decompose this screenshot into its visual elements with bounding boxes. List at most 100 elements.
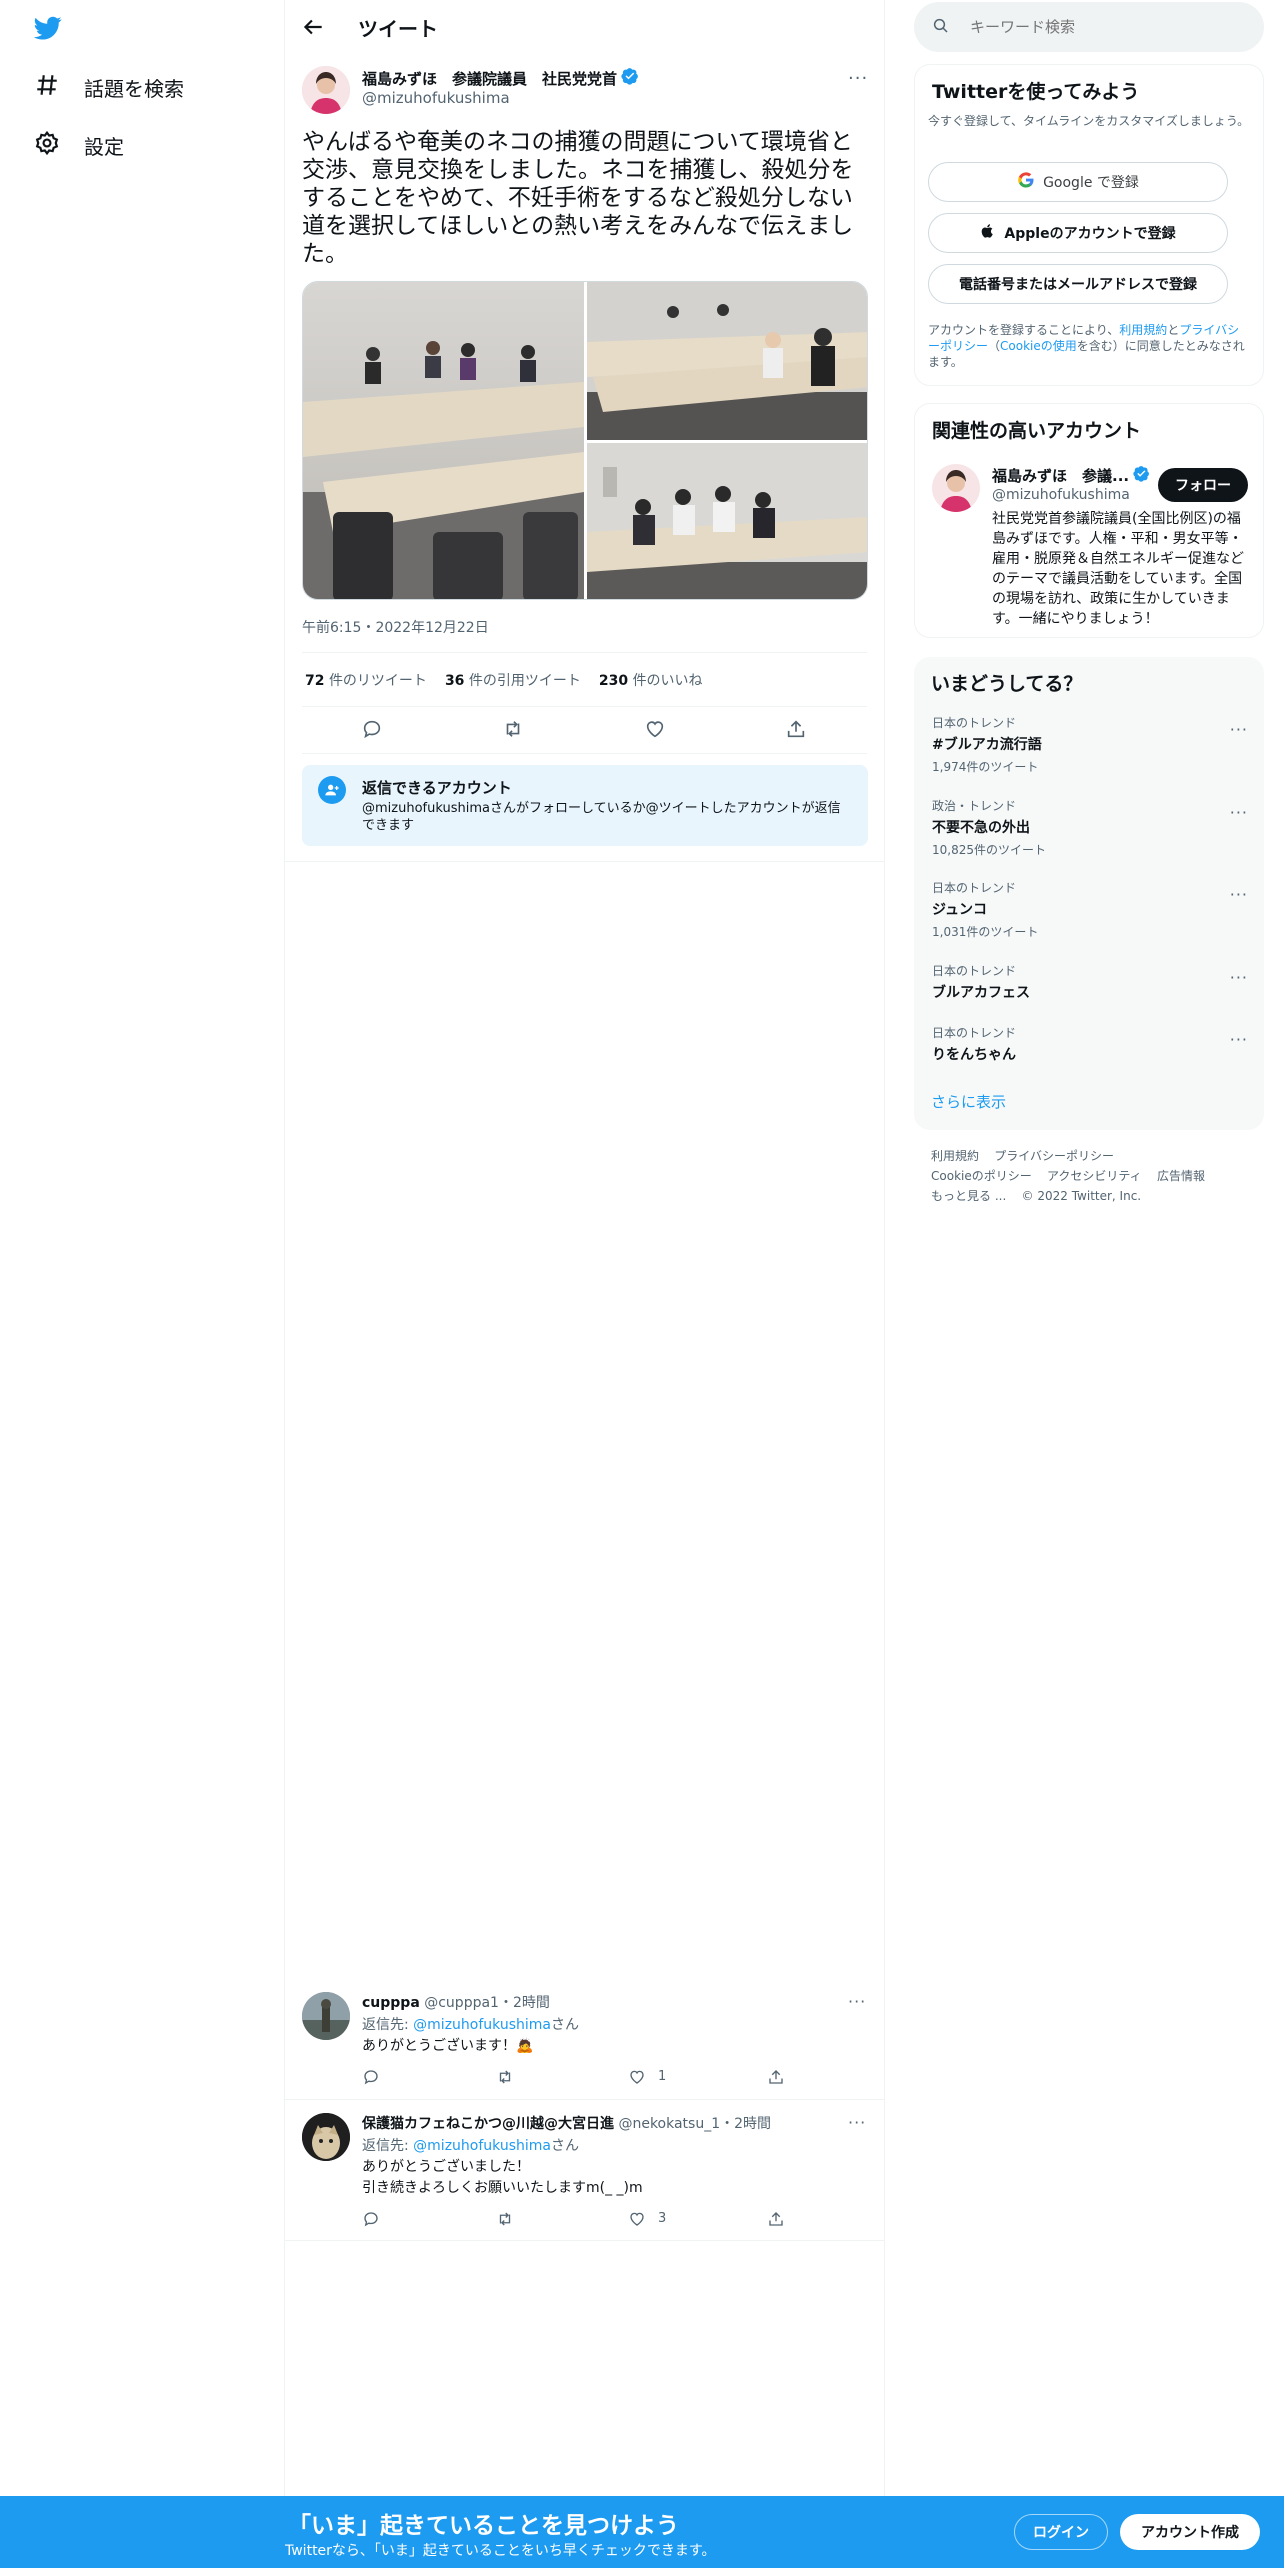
nav-settings[interactable]: 設定 xyxy=(34,125,124,165)
google-signup-button[interactable]: Google で登録 xyxy=(928,162,1228,202)
nav-explore[interactable]: 話題を検索 xyxy=(34,67,184,107)
google-icon xyxy=(1017,171,1035,193)
more-options-icon[interactable]: ··· xyxy=(848,68,868,89)
tweet-timestamp[interactable]: 午前6:15・2022年12月22日 xyxy=(302,617,489,637)
footer-link[interactable]: 利用規約 xyxy=(931,1149,979,1163)
author-avatar[interactable] xyxy=(302,66,350,114)
footer-link[interactable]: アクセシビリティ xyxy=(1047,1169,1142,1183)
trend-item[interactable]: 日本のトレンド りをんちゃん ··· xyxy=(932,1024,1252,1074)
more-options-icon[interactable]: ··· xyxy=(1230,720,1248,739)
like-count: 1 xyxy=(658,2069,667,2084)
trend-item[interactable]: 日本のトレンド ジュンコ 1,031件のツイート ··· xyxy=(932,879,1252,949)
reply-text: ありがとうございます！🙇 xyxy=(362,2038,534,2054)
cookie-link[interactable]: Cookieの使用 xyxy=(1000,339,1077,353)
signup-button[interactable]: アカウント作成 xyxy=(1120,2514,1260,2550)
footer-link[interactable]: プライバシーポリシー xyxy=(994,1149,1114,1163)
reply-author-handle[interactable]: @nekokatsu_1 xyxy=(618,2116,720,2132)
trend-item[interactable]: 日本のトレンド #ブルアカ流行語 1,974件のツイート ··· xyxy=(932,714,1252,784)
apple-icon xyxy=(980,223,996,243)
person-add-icon xyxy=(318,776,346,804)
reply-author-name[interactable]: 保護猫カフェねこかつ@川越@大宮日進 xyxy=(362,2116,614,2132)
related-name: 福島みずほ 参議... xyxy=(992,467,1130,485)
back-arrow-icon[interactable] xyxy=(300,14,326,40)
phone-email-signup-button[interactable]: 電話番号またはメールアドレスで登録 xyxy=(928,264,1228,304)
copyright: © 2022 Twitter, Inc. xyxy=(1021,1189,1142,1203)
trend-item[interactable]: 政治・トレンド 不要不急の外出 10,825件のツイート ··· xyxy=(932,797,1252,867)
more-options-icon[interactable]: ··· xyxy=(1230,885,1248,904)
trend-item[interactable]: 日本のトレンド ブルアカフェス ··· xyxy=(932,962,1252,1012)
media-photo-1 xyxy=(303,282,584,599)
share-icon[interactable] xyxy=(767,2210,785,2228)
left-nav: 話題を検索 設定 xyxy=(0,0,284,2568)
search-box[interactable] xyxy=(914,2,1264,52)
reply-restriction-notice: 返信できるアカウント @mizuhofukushimaさんがフォローしているか@… xyxy=(302,765,868,846)
follow-button[interactable]: フォロー xyxy=(1158,468,1248,502)
footer-more-link[interactable]: もっと見る ... xyxy=(931,1189,1006,1203)
related-bio: 社民党党首参議院議員(全国比例区)の福島みずほです。人権・平和・男女平等・雇用・… xyxy=(992,511,1244,627)
like-stat[interactable]: 230 件のいいね xyxy=(599,670,703,690)
reply-tweet[interactable]: cupppa @cupppa1・2時間 返信先: @mizuhofukushim… xyxy=(285,1978,884,2099)
more-options-icon[interactable]: ··· xyxy=(1230,968,1248,987)
bottom-signup-bar: 「いま」起きていることを見つけよう Twitterなら、「いま」起きていることを… xyxy=(0,2496,1284,2568)
tweet-media-grid[interactable] xyxy=(302,281,868,600)
reply-to-line: 返信先: @mizuhofukushimaさん xyxy=(362,2138,579,2154)
show-more-link[interactable]: さらに表示 xyxy=(931,1091,1006,1112)
like-icon[interactable] xyxy=(628,2068,646,2086)
reply-time[interactable]: ・2時間 xyxy=(720,2116,771,2132)
related-title: 関連性の高いアカウント xyxy=(932,420,1142,442)
google-signup-label: Google で登録 xyxy=(1043,175,1139,191)
signup-title: Twitterを使ってみよう xyxy=(932,81,1140,103)
search-input[interactable] xyxy=(970,14,1250,40)
retweet-icon[interactable] xyxy=(496,2210,514,2228)
quote-stat[interactable]: 36 件の引用ツイート xyxy=(445,670,581,690)
like-count: 3 xyxy=(658,2211,667,2226)
reply-text: ありがとうございました！ xyxy=(362,2159,530,2175)
reply-icon[interactable] xyxy=(362,2068,380,2086)
phone-email-signup-label: 電話番号またはメールアドレスで登録 xyxy=(959,277,1197,293)
more-options-icon[interactable]: ··· xyxy=(1230,803,1248,822)
sidebar-footer: 利用規約 プライバシーポリシー Cookieのポリシー アクセシビリティ 広告情… xyxy=(931,1146,1261,1206)
more-options-icon[interactable]: ··· xyxy=(848,1992,866,2011)
retweet-stat[interactable]: 72 件のリツイート xyxy=(305,670,427,690)
like-icon[interactable] xyxy=(644,718,666,740)
reply-avatar[interactable] xyxy=(302,1992,350,2040)
media-photo-2 xyxy=(587,282,867,440)
reply-icon[interactable] xyxy=(361,718,383,740)
footer-link[interactable]: Cookieのポリシー xyxy=(931,1169,1032,1183)
reply-text: 引き続きよろしくお願いいたしますm(_ _)m xyxy=(362,2180,643,2196)
hash-icon xyxy=(34,72,60,103)
reply-to-link[interactable]: @mizuhofukushima xyxy=(413,2017,551,2033)
like-icon[interactable] xyxy=(628,2210,646,2228)
share-icon[interactable] xyxy=(767,2068,785,2086)
terms-link[interactable]: 利用規約 xyxy=(1119,323,1167,337)
related-avatar[interactable] xyxy=(932,464,980,512)
reply-author-name[interactable]: cupppa xyxy=(362,1995,420,2011)
twitter-logo-icon[interactable] xyxy=(32,14,64,42)
login-button[interactable]: ログイン xyxy=(1014,2514,1108,2550)
footer-link[interactable]: 広告情報 xyxy=(1157,1169,1205,1183)
bottom-subtext: Twitterなら、「いま」起きていることをいち早くチェックできます。 xyxy=(285,2543,716,2559)
related-name-row[interactable]: 福島みずほ 参議... xyxy=(992,465,1150,486)
retweet-icon[interactable] xyxy=(496,2068,514,2086)
author-handle[interactable]: @mizuhofukushima xyxy=(362,89,510,107)
more-options-icon[interactable]: ··· xyxy=(1230,1030,1248,1049)
search-icon xyxy=(932,17,950,39)
apple-signup-button[interactable]: Appleのアカウントで登録 xyxy=(928,213,1228,253)
share-icon[interactable] xyxy=(785,718,807,740)
reply-time[interactable]: ・2時間 xyxy=(499,1995,550,2011)
retweet-icon[interactable] xyxy=(502,718,524,740)
author-name-row[interactable]: 福島みずほ 参議院議員 社民党党首 xyxy=(362,67,639,89)
related-handle[interactable]: @mizuhofukushima xyxy=(992,487,1130,503)
page-title: ツイート xyxy=(358,17,438,41)
signup-card: Twitterを使ってみよう 今すぐ登録して、タイムラインをカスタマイズしましょ… xyxy=(914,64,1264,386)
terms-text: アカウントを登録することにより、利用規約とプライバシーポリシー（Cookieの使… xyxy=(928,323,1245,369)
reply-to-line: 返信先: @mizuhofukushimaさん xyxy=(362,2017,579,2033)
reply-notice-title: 返信できるアカウント xyxy=(362,779,512,797)
reply-avatar[interactable] xyxy=(302,2113,350,2161)
more-options-icon[interactable]: ··· xyxy=(848,2113,866,2132)
reply-icon[interactable] xyxy=(362,2210,380,2228)
reply-author-handle[interactable]: @cupppa1 xyxy=(424,1995,499,2011)
media-photo-3 xyxy=(587,443,867,599)
reply-to-link[interactable]: @mizuhofukushima xyxy=(413,2138,551,2154)
reply-tweet[interactable]: 保護猫カフェねこかつ@川越@大宮日進 @nekokatsu_1・2時間 返信先:… xyxy=(285,2100,884,2240)
